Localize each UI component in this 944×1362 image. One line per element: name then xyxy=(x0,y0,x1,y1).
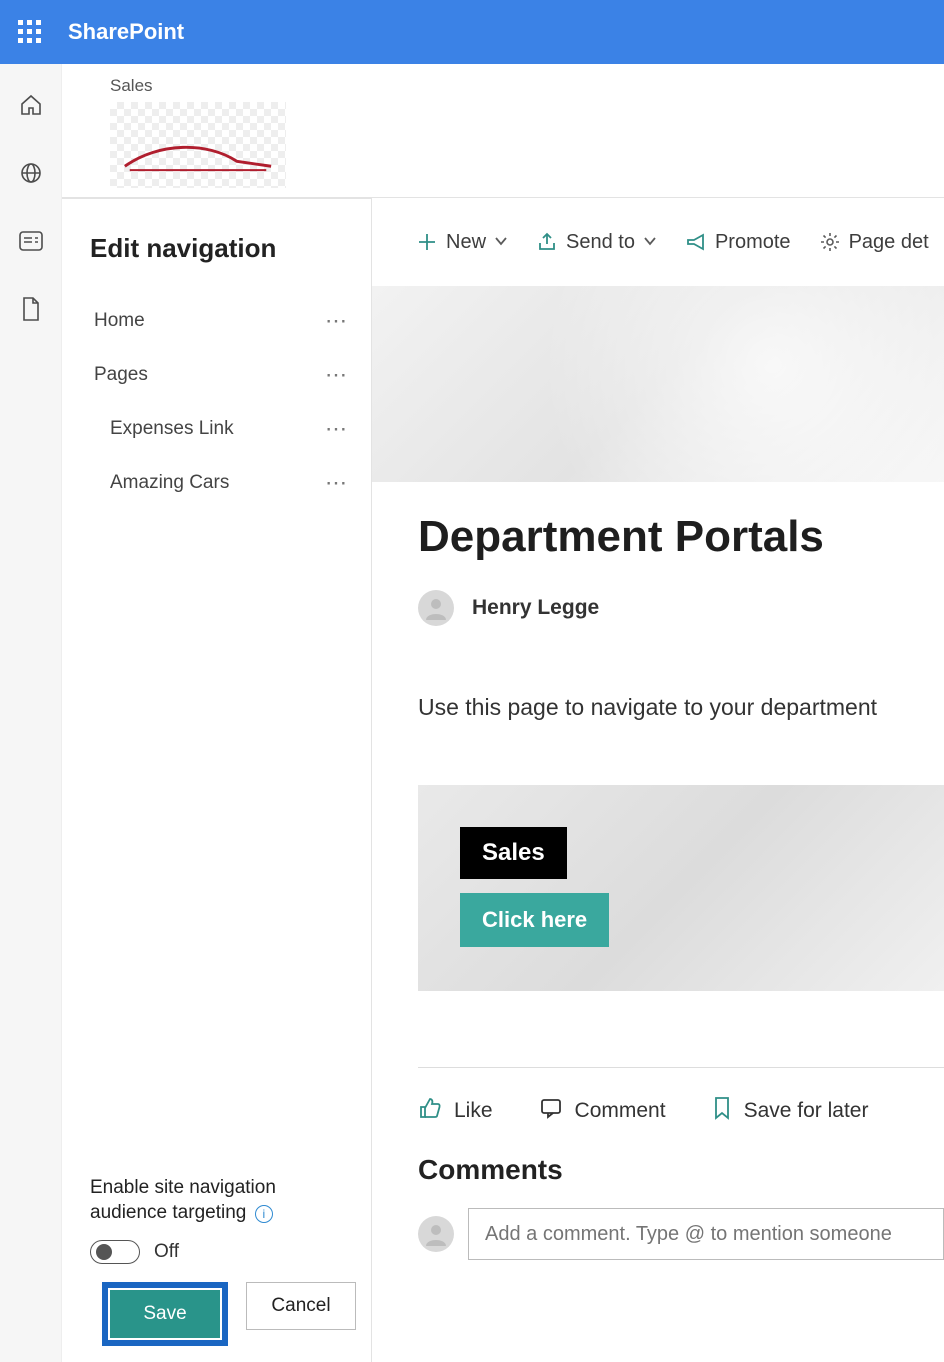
gear-icon xyxy=(819,231,841,253)
avatar xyxy=(418,590,454,626)
nav-item-pages[interactable]: Pages ⋯ xyxy=(90,348,353,402)
social-bar: Like Comment Save for later xyxy=(418,1068,944,1126)
app-launcher-icon[interactable] xyxy=(18,20,42,44)
nav-item-label: Home xyxy=(94,310,145,332)
new-label: New xyxy=(446,231,486,254)
author-name[interactable]: Henry Legge xyxy=(472,596,599,620)
send-to-label: Send to xyxy=(566,231,635,254)
send-to-button[interactable]: Send to xyxy=(536,231,657,254)
left-rail xyxy=(0,64,62,1362)
audience-targeting-section: Enable site navigation audience targetin… xyxy=(62,1155,371,1362)
save-button-highlight: Save xyxy=(102,1282,228,1346)
like-label: Like xyxy=(454,1099,493,1123)
more-icon[interactable]: ⋯ xyxy=(325,362,349,388)
globe-icon[interactable] xyxy=(18,160,44,186)
nav-item-amazing-cars[interactable]: Amazing Cars ⋯ xyxy=(90,456,353,510)
page-header-banner xyxy=(372,286,944,482)
page-title: Department Portals xyxy=(418,512,944,562)
page-description: Use this page to navigate to your depart… xyxy=(418,694,944,721)
comment-icon xyxy=(539,1096,563,1126)
site-label: Sales xyxy=(110,76,896,96)
edit-navigation-panel: Edit navigation Home ⋯ Pages ⋯ Expenses … xyxy=(62,198,372,1362)
edit-navigation-title: Edit navigation xyxy=(90,233,353,264)
tile-label: Sales xyxy=(460,827,567,879)
save-label: Save for later xyxy=(744,1099,869,1123)
site-header: Sales xyxy=(62,64,944,198)
like-icon xyxy=(418,1096,442,1126)
bookmark-icon xyxy=(712,1096,732,1126)
new-button[interactable]: New xyxy=(416,231,508,254)
promote-label: Promote xyxy=(715,231,791,254)
hero-tile[interactable]: Sales Click here xyxy=(418,785,944,991)
more-icon[interactable]: ⋯ xyxy=(325,416,349,442)
more-icon[interactable]: ⋯ xyxy=(325,470,349,496)
comments-heading: Comments xyxy=(418,1154,944,1186)
share-icon xyxy=(536,231,558,253)
page-details-label: Page det xyxy=(849,231,929,254)
author-row: Henry Legge xyxy=(418,590,944,626)
promote-button[interactable]: Promote xyxy=(685,231,791,254)
site-logo[interactable] xyxy=(110,102,286,188)
save-button[interactable]: Save xyxy=(110,1290,220,1338)
home-icon[interactable] xyxy=(18,92,44,118)
audience-toggle[interactable] xyxy=(90,1240,140,1264)
audience-label-line2: audience targeting xyxy=(90,1200,246,1226)
comment-label: Comment xyxy=(575,1099,666,1123)
file-icon[interactable] xyxy=(18,296,44,322)
toggle-state-label: Off xyxy=(154,1241,179,1263)
page-details-button[interactable]: Page det xyxy=(819,231,929,254)
comment-button[interactable]: Comment xyxy=(539,1096,666,1126)
more-icon[interactable]: ⋯ xyxy=(325,308,349,334)
comment-input[interactable] xyxy=(468,1208,944,1260)
suite-bar: SharePoint xyxy=(0,0,944,64)
nav-item-label: Amazing Cars xyxy=(110,472,229,494)
chevron-down-icon xyxy=(643,231,657,254)
nav-item-home[interactable]: Home ⋯ xyxy=(90,294,353,348)
save-for-later-button[interactable]: Save for later xyxy=(712,1096,869,1126)
chevron-down-icon xyxy=(494,231,508,254)
nav-item-expenses-link[interactable]: Expenses Link ⋯ xyxy=(90,402,353,456)
plus-icon xyxy=(416,231,438,253)
nav-item-label: Expenses Link xyxy=(110,418,234,440)
comment-input-row xyxy=(418,1208,944,1260)
info-icon[interactable]: i xyxy=(255,1205,273,1223)
app-name[interactable]: SharePoint xyxy=(68,19,184,45)
news-icon[interactable] xyxy=(18,228,44,254)
command-bar: New Send to Promote xyxy=(372,198,944,286)
tile-button[interactable]: Click here xyxy=(460,893,609,947)
nav-item-label: Pages xyxy=(94,364,148,386)
avatar xyxy=(418,1216,454,1252)
cancel-button[interactable]: Cancel xyxy=(246,1282,356,1330)
audience-label-line1: Enable site navigation xyxy=(90,1175,276,1201)
page-column: New Send to Promote xyxy=(372,198,944,1362)
like-button[interactable]: Like xyxy=(418,1096,493,1126)
megaphone-icon xyxy=(685,231,707,253)
